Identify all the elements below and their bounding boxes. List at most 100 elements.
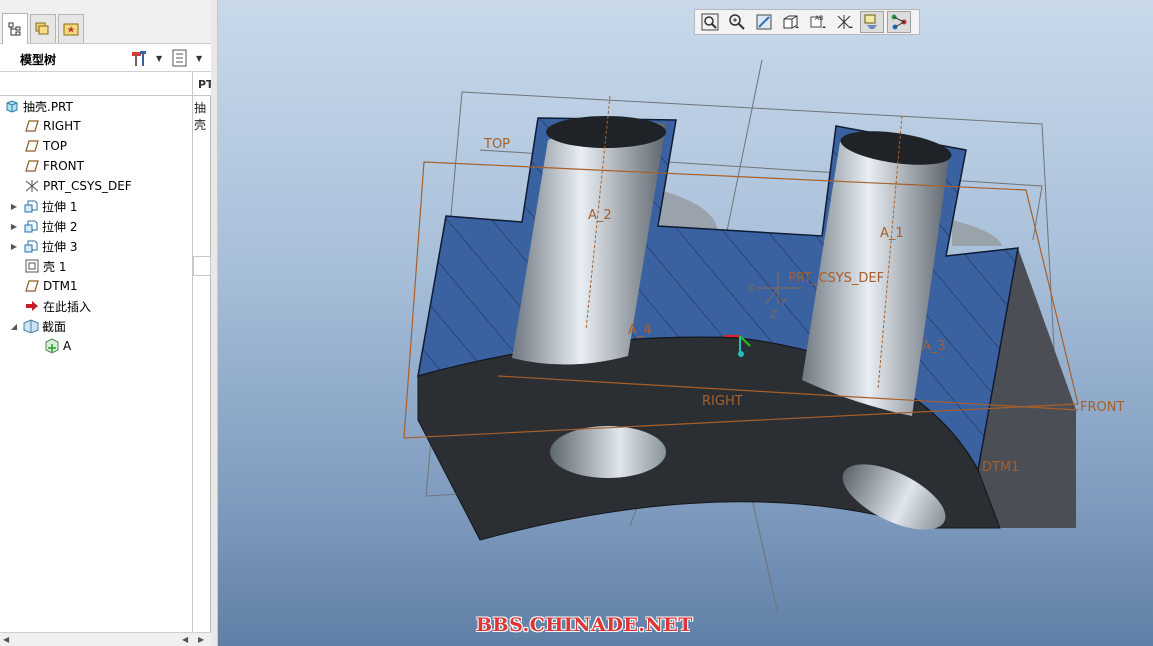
list-icon bbox=[172, 49, 187, 67]
folders-icon bbox=[35, 22, 49, 35]
tree-item-label: 拉伸 2 bbox=[42, 219, 78, 234]
tree-item-label: DTM1 bbox=[43, 279, 78, 293]
tree-item-section-a[interactable]: A bbox=[44, 336, 71, 356]
extrude-icon bbox=[23, 218, 39, 234]
expand-arrow-icon[interactable]: ▶ bbox=[8, 202, 20, 211]
chevron-down-icon: ▼ bbox=[196, 53, 203, 63]
expand-arrow-icon[interactable]: ▶ bbox=[8, 222, 20, 231]
collapse-arrow-icon[interactable]: ◢ bbox=[8, 322, 20, 331]
scroll-left-icon[interactable]: ◀ bbox=[182, 635, 188, 644]
tree-item-label: TOP bbox=[43, 139, 68, 153]
label-axis-a3: A_3 bbox=[922, 339, 946, 354]
zoom-in-icon bbox=[729, 14, 745, 30]
spin-center-button[interactable] bbox=[887, 11, 911, 33]
tree-item-label: RIGHT bbox=[43, 119, 81, 133]
label-axis-a1: A_1 bbox=[880, 226, 904, 241]
column-divider[interactable] bbox=[192, 72, 193, 632]
tree-item-dtm1[interactable]: DTM1 bbox=[24, 276, 78, 296]
label-csys: PRT_CSYS_DEF bbox=[788, 271, 884, 286]
extrude-icon bbox=[23, 238, 39, 254]
chevron-down-icon: ▼ bbox=[156, 53, 163, 63]
scroll-left-icon[interactable]: ◀ bbox=[3, 635, 9, 644]
expand-arrow-icon[interactable]: ▶ bbox=[8, 242, 20, 251]
tree-item-part[interactable]: 抽壳.PRT bbox=[4, 96, 73, 116]
hidden-boss-right bbox=[952, 220, 1002, 246]
tab-model-tree[interactable] bbox=[2, 13, 28, 44]
part-icon bbox=[4, 98, 20, 114]
zoom-fit-icon bbox=[701, 13, 719, 31]
insert-arrow-icon bbox=[24, 298, 40, 314]
graphics-viewport[interactable]: TOP RIGHT FRONT DTM1 PRT_CSYS_DEF A_2 A_… bbox=[218, 0, 1153, 646]
tree-settings-button[interactable]: ▼ bbox=[130, 48, 162, 68]
refit-icon bbox=[756, 14, 772, 30]
tree-item-sections[interactable]: ◢ 截面 bbox=[8, 316, 66, 336]
navigator-tabs bbox=[0, 0, 211, 44]
tree-item-label: 壳 1 bbox=[43, 259, 67, 274]
tree-column-header bbox=[0, 72, 211, 96]
named-views-icon: AB bbox=[810, 15, 826, 28]
label-axis-a4: A_4 bbox=[628, 323, 652, 338]
model-tree-icon bbox=[8, 22, 21, 36]
hidden-boss-left bbox=[660, 190, 718, 232]
model-tree-header: 模型树 ▼ ▼ bbox=[0, 44, 211, 72]
column-value: 抽壳 bbox=[194, 101, 207, 132]
datum-plane-icon bbox=[24, 278, 40, 294]
label-axis-a2: A_2 bbox=[588, 208, 612, 223]
model-tree-title: 模型树 bbox=[20, 53, 57, 67]
tree-item-label: 在此插入 bbox=[43, 299, 92, 314]
tree-item-label: A bbox=[63, 339, 72, 353]
datum-plane-icon bbox=[24, 138, 40, 154]
tree-item-label: FRONT bbox=[43, 159, 84, 173]
navigator-panel: 模型树 ▼ ▼ PT 抽壳 抽壳.PRT RIGHT TOP FRONT PRT… bbox=[0, 0, 214, 646]
section-icon bbox=[44, 338, 60, 354]
tree-item-label: 截面 bbox=[42, 319, 67, 334]
zoom-fit-button[interactable] bbox=[698, 11, 722, 33]
horizontal-scrollbar[interactable]: ◀ ◀ ▶ bbox=[0, 632, 211, 646]
tree-item-csys[interactable]: PRT_CSYS_DEF bbox=[24, 176, 132, 196]
graphics-toolbar: AB bbox=[694, 9, 920, 35]
display-style-button[interactable] bbox=[779, 11, 803, 33]
label-csys-x: X bbox=[748, 282, 756, 295]
datum-display-icon bbox=[837, 15, 853, 29]
tree-item-label: 拉伸 1 bbox=[42, 199, 78, 214]
tree-item-extrude-2[interactable]: ▶ 拉伸 2 bbox=[8, 216, 78, 236]
watermark: BBS.CHINADE.NET bbox=[476, 614, 693, 636]
hole-front-left bbox=[550, 426, 666, 478]
tree-item-extrude-3[interactable]: ▶ 拉伸 3 bbox=[8, 236, 78, 256]
annotation-display-button[interactable] bbox=[860, 11, 884, 33]
shell-icon bbox=[24, 258, 40, 274]
hammer-icon bbox=[132, 51, 146, 66]
tree-item-shell[interactable]: 壳 1 bbox=[24, 256, 66, 276]
tab-favorites[interactable] bbox=[58, 14, 84, 43]
section-folder-icon bbox=[23, 318, 39, 334]
label-dtm1: DTM1 bbox=[982, 460, 1019, 475]
tree-item-label: 拉伸 3 bbox=[42, 239, 78, 254]
tree-item-extrude-1[interactable]: ▶ 拉伸 1 bbox=[8, 196, 78, 216]
label-csys-z: Z bbox=[770, 308, 778, 321]
tree-item-insert-here[interactable]: 在此插入 bbox=[24, 296, 91, 316]
csys-icon bbox=[24, 178, 40, 194]
datum-display-button[interactable] bbox=[833, 11, 857, 33]
datum-plane-icon bbox=[24, 158, 40, 174]
favorites-folder-icon bbox=[63, 23, 79, 36]
tab-folder-browser[interactable] bbox=[30, 14, 56, 43]
tree-item-front[interactable]: FRONT bbox=[24, 156, 84, 176]
column-cell bbox=[193, 256, 211, 276]
tree-item-right[interactable]: RIGHT bbox=[24, 116, 81, 136]
label-right: RIGHT bbox=[702, 394, 743, 409]
model-scene: TOP RIGHT FRONT DTM1 PRT_CSYS_DEF A_2 A_… bbox=[403, 59, 1124, 615]
panel-splitter[interactable] bbox=[211, 0, 218, 646]
refit-button[interactable] bbox=[752, 11, 776, 33]
tree-item-top[interactable]: TOP bbox=[24, 136, 67, 156]
tree-item-label: 抽壳.PRT bbox=[23, 99, 73, 114]
datum-plane-icon bbox=[24, 118, 40, 134]
named-views-button[interactable]: AB bbox=[806, 11, 830, 33]
annotation-display-icon bbox=[864, 14, 877, 29]
label-top: TOP bbox=[483, 137, 510, 152]
extrude-icon bbox=[23, 198, 39, 214]
zoom-in-button[interactable] bbox=[725, 11, 749, 33]
spin-center-icon bbox=[891, 14, 907, 30]
scroll-right-icon[interactable]: ▶ bbox=[198, 635, 204, 644]
label-csys-y: Y bbox=[779, 296, 787, 309]
tree-show-button[interactable]: ▼ bbox=[172, 48, 202, 68]
